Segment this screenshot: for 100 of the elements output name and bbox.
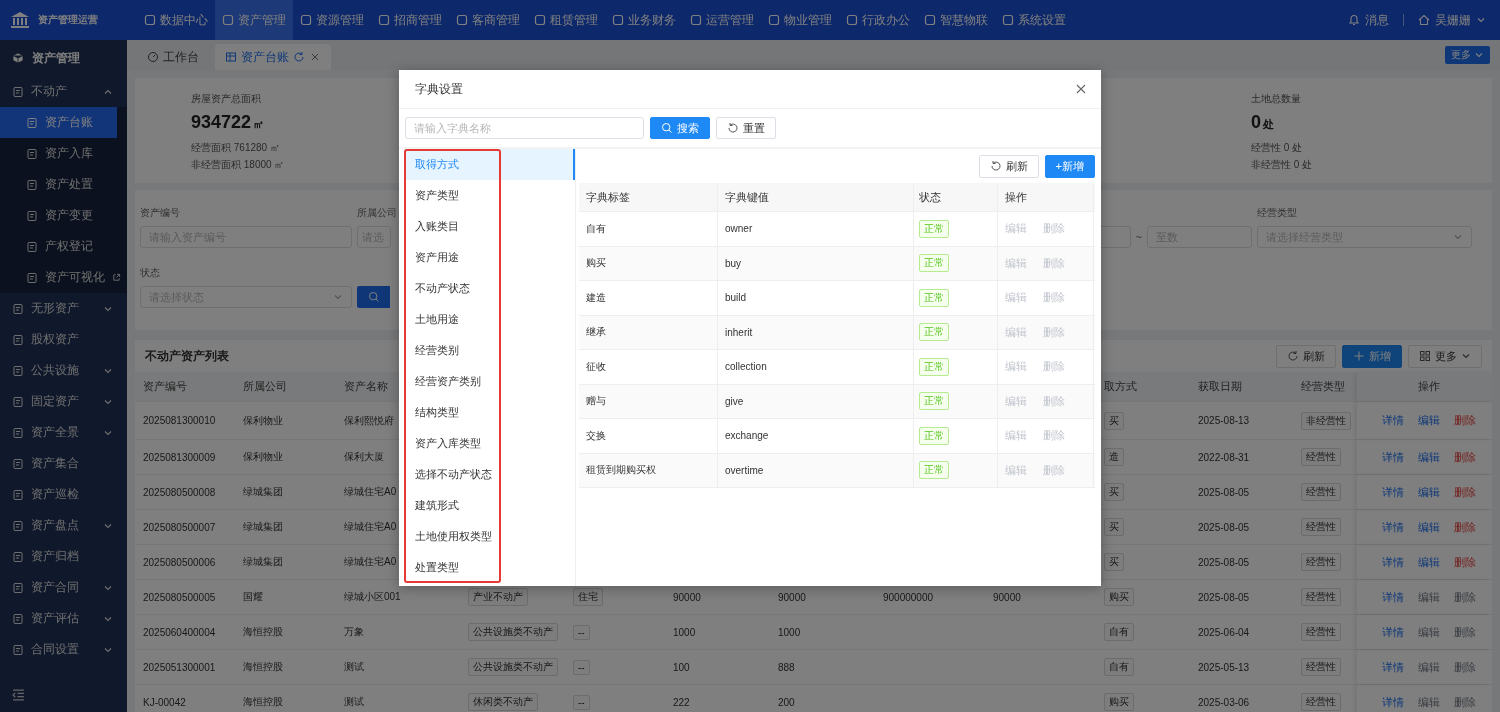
sidebar-menu-item[interactable]: 股权资产 — [0, 324, 127, 355]
table-action-link[interactable]: 详情 — [1381, 624, 1404, 640]
table-cell: 2025-08-05 — [1198, 556, 1250, 568]
table-cell: 200 — [778, 696, 795, 708]
table-action-link[interactable]: 详情 — [1381, 413, 1404, 428]
column-header: 字典标签 — [586, 189, 630, 205]
tag: 购买 — [1104, 588, 1134, 606]
field-label: 所属公司 — [357, 206, 398, 220]
sidebar-menu-item[interactable]: 无形资产 — [0, 293, 127, 324]
nav-menu-item[interactable]: 系统设置 — [995, 0, 1073, 40]
sidebar-submenu-item[interactable]: 资产入库 — [0, 138, 117, 169]
sidebar-menu-item[interactable]: 公共设施 — [0, 355, 127, 386]
document-icon — [12, 333, 24, 346]
document-icon — [12, 302, 24, 315]
more-button[interactable]: 更多 — [1408, 344, 1482, 368]
nav-menu-item[interactable]: 资源管理 — [293, 0, 371, 40]
document-icon — [12, 488, 24, 501]
table-action-link[interactable]: 编辑 — [1417, 694, 1440, 710]
sidebar-submenu-item[interactable]: 资产处置 — [0, 169, 117, 200]
tag: -- — [573, 659, 590, 675]
external-link-icon — [112, 273, 121, 282]
chevron-down-icon — [1476, 15, 1486, 25]
messages-link[interactable]: 消息 — [1348, 11, 1389, 29]
sidebar-menu-item[interactable]: 资产全景 — [0, 417, 127, 448]
page-tab[interactable]: 工作台 — [137, 44, 209, 70]
table-action-link[interactable]: 编辑 — [1417, 449, 1440, 465]
refresh-button[interactable]: 刷新 — [1276, 344, 1336, 368]
table-action-link[interactable]: 删除 — [1453, 413, 1476, 428]
table-action-link[interactable]: 删除 — [1453, 694, 1476, 710]
sidebar-submenu-item[interactable]: 资产台账 — [0, 107, 117, 138]
sidebar-submenu-item[interactable]: 资产变更 — [0, 200, 117, 231]
column-header: 经营类型 — [1301, 379, 1345, 394]
sidebar-menu-item[interactable]: 资产盘点 — [0, 510, 127, 541]
nav-menu-item[interactable]: 行政办公 — [839, 0, 917, 40]
add-button[interactable]: 新增 — [1342, 344, 1402, 368]
add-button[interactable]: +新增 — [1044, 154, 1095, 178]
nav-menu-item[interactable]: 数据中心 — [137, 0, 215, 40]
document-icon — [26, 178, 38, 191]
range-separator: ~ — [1135, 231, 1142, 243]
table-cell: 2025081300009 — [143, 451, 216, 463]
user-menu[interactable]: 吴姗姗 — [1418, 11, 1486, 29]
table-cell: 万象 — [344, 625, 364, 639]
nav-menu-item[interactable]: 资产管理 — [215, 0, 293, 40]
table-action-link[interactable]: 删除 — [1453, 519, 1476, 535]
table-action-link[interactable]: 编辑 — [1417, 484, 1440, 500]
nav-menu-item[interactable]: 业务财务 — [605, 0, 683, 40]
table-cell: 2025060400004 — [143, 626, 216, 638]
table-action-link[interactable]: 编辑 — [1417, 624, 1440, 640]
table-action-link[interactable]: 详情 — [1381, 659, 1404, 675]
table-action-link[interactable]: 详情 — [1381, 554, 1404, 570]
sidebar-menu-item[interactable]: 固定资产 — [0, 386, 127, 417]
table-action-link[interactable]: 详情 — [1381, 484, 1404, 500]
clock-icon — [147, 51, 159, 63]
sidebar-menu-item[interactable]: 资产评估 — [0, 603, 127, 634]
nav-menu-item[interactable]: 招商管理 — [371, 0, 449, 40]
sidebar-submenu-item[interactable]: 产权登记 — [0, 231, 117, 262]
table-action-link[interactable]: 编辑 — [1417, 554, 1440, 570]
nav-menu-item[interactable]: 运营管理 — [683, 0, 761, 40]
table-action-link[interactable]: 删除 — [1453, 589, 1476, 605]
table-action-link[interactable]: 编辑 — [1417, 659, 1440, 675]
table-cell: 海恒控股 — [243, 695, 283, 709]
table-action-link[interactable]: 编辑 — [1417, 589, 1440, 605]
table-cell: 继承 — [586, 325, 606, 340]
table-action-link[interactable]: 删除 — [1453, 624, 1476, 640]
sidebar-menu-item[interactable]: 资产归档 — [0, 541, 127, 572]
nav-menu-item[interactable]: 租赁管理 — [527, 0, 605, 40]
status-tag: 正常 — [919, 288, 949, 307]
document-icon — [12, 519, 24, 532]
table-action-link[interactable]: 删除 — [1453, 484, 1476, 500]
table-action-link[interactable]: 编辑 — [1417, 413, 1440, 428]
close-icon[interactable] — [1075, 83, 1087, 95]
table-action-link[interactable]: 详情 — [1381, 589, 1404, 605]
table-action-link[interactable]: 详情 — [1381, 519, 1404, 535]
nav-menu-item[interactable]: 智慧物联 — [917, 0, 995, 40]
nav-menu-item[interactable]: 物业管理 — [761, 0, 839, 40]
page-tab[interactable]: 资产台账 — [215, 44, 331, 70]
dictionary-type-item[interactable]: 取得方式 — [404, 149, 575, 180]
sidebar-menu-item[interactable]: 资产集合 — [0, 448, 127, 479]
reset-button[interactable]: 重置 — [716, 117, 776, 139]
table-action-link[interactable]: 详情 — [1381, 694, 1404, 710]
sidebar-menu-item[interactable]: 资产合同 — [0, 572, 127, 603]
nav-menu-item[interactable]: 客商管理 — [449, 0, 527, 40]
sidebar-menu-item[interactable]: 合同设置 — [0, 634, 127, 665]
sidebar-submenu-item[interactable]: 资产可视化 — [0, 262, 117, 293]
table-action-link[interactable]: 删除 — [1453, 659, 1476, 675]
table-action-link[interactable]: 删除 — [1453, 554, 1476, 570]
collapse-menu-icon[interactable] — [12, 687, 25, 701]
table-cell: 900000000 — [883, 591, 934, 603]
dialog-title: 字典设置 — [415, 80, 463, 98]
table-cell: 2025080500008 — [143, 486, 216, 498]
table-action-link[interactable]: 详情 — [1381, 449, 1404, 465]
more-button[interactable]: 更多 — [1445, 46, 1490, 64]
search-button[interactable]: 搜索 — [650, 117, 710, 139]
refresh-button[interactable]: 刷新 — [978, 154, 1039, 178]
search-field[interactable]: 请输入字典名称 — [405, 117, 644, 139]
table-action-link[interactable]: 编辑 — [1417, 519, 1440, 535]
sidebar-menu-item[interactable]: 不动产 — [0, 76, 127, 107]
search-button[interactable] — [357, 286, 390, 308]
sidebar-menu-item[interactable]: 资产巡检 — [0, 479, 127, 510]
table-action-link[interactable]: 删除 — [1453, 449, 1476, 465]
